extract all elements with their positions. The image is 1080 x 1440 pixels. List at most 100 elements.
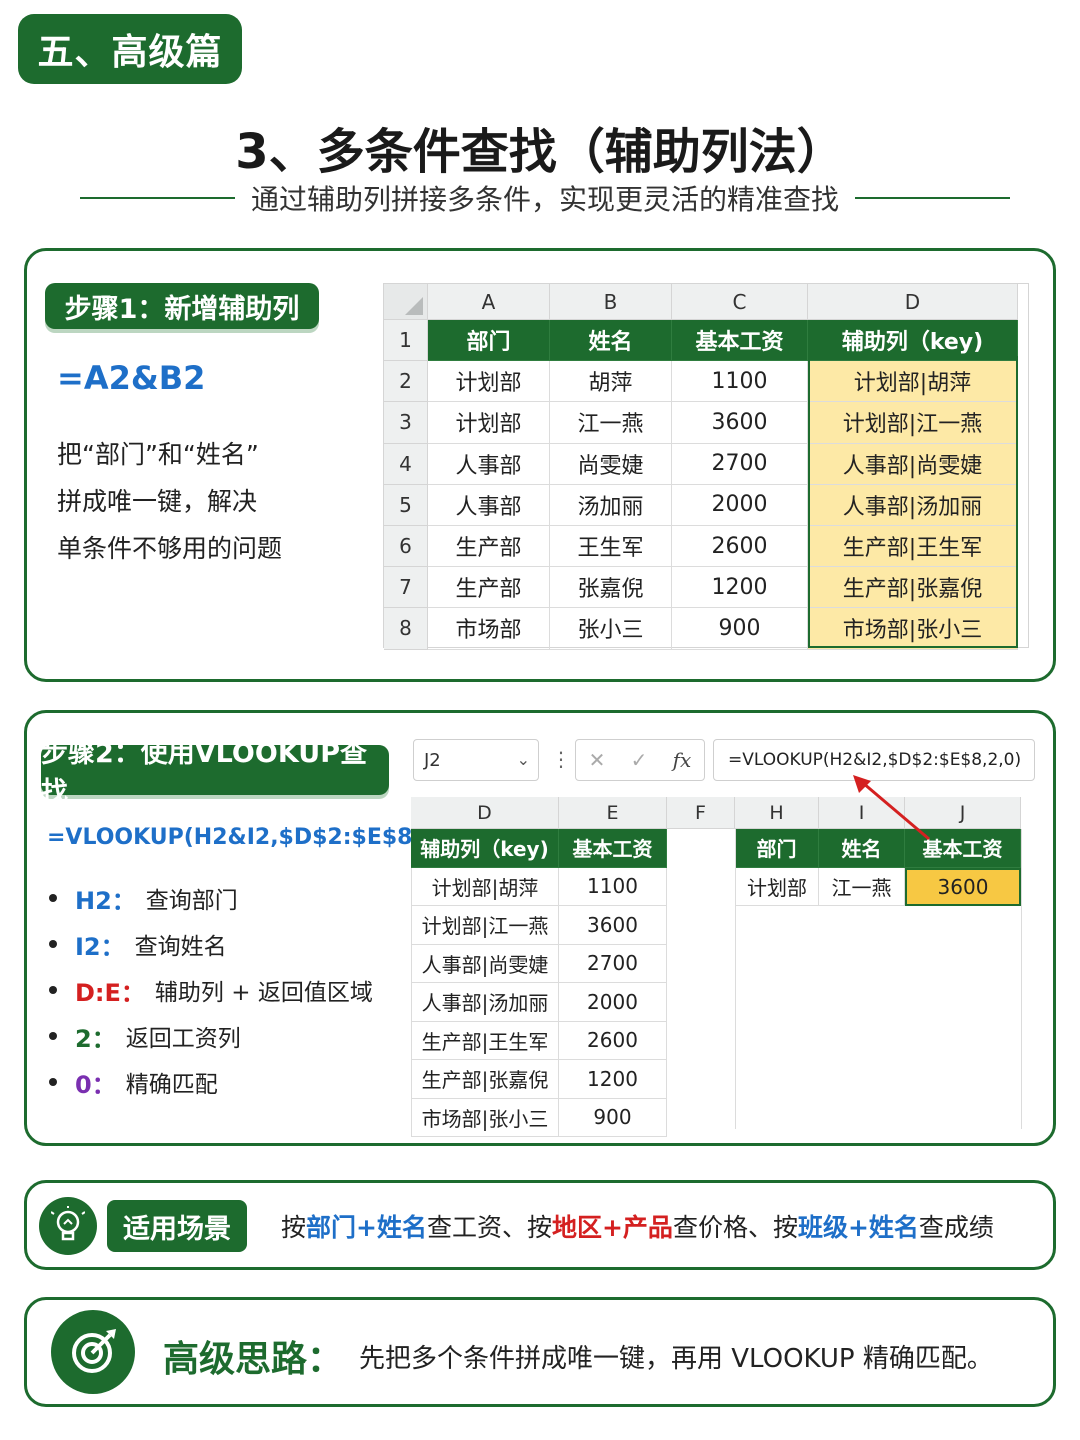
- table-cell[interactable]: 3600: [559, 906, 667, 945]
- bullet-text: 精确匹配: [125, 1072, 218, 1098]
- lookup-input-cell[interactable]: 计划部: [735, 867, 819, 906]
- row-header[interactable]: 3: [384, 402, 428, 444]
- scene-plain: 按: [281, 1213, 307, 1242]
- table-cell[interactable]: 生产部|张嘉倪: [411, 1060, 559, 1099]
- name-box[interactable]: J2 ⌄: [413, 739, 539, 781]
- table-header-cell[interactable]: 辅助列（key): [808, 320, 1018, 362]
- arrow-annotation: [853, 775, 930, 841]
- column-header-c[interactable]: C: [672, 284, 808, 320]
- column-header-f[interactable]: F: [667, 797, 735, 829]
- table-cell[interactable]: 生产部|张嘉倪: [808, 567, 1018, 609]
- table-cell[interactable]: 人事部|尚雯婕: [411, 944, 559, 983]
- table-header-cell[interactable]: 姓名: [550, 320, 672, 362]
- table-cell[interactable]: 王生军: [550, 526, 672, 568]
- scene-panel: 适用场景 按部门+姓名查工资、按地区+产品查价格、按班级+姓名查成绩: [24, 1180, 1056, 1270]
- table-cell[interactable]: 江一燕: [550, 402, 672, 444]
- bullet-dot: [49, 894, 57, 902]
- bullet-key: 2：: [75, 1024, 116, 1053]
- column-header-e[interactable]: E: [559, 797, 667, 829]
- table-cell[interactable]: 计划部|江一燕: [411, 906, 559, 945]
- desc-line: 拼成唯一键，解决: [57, 487, 258, 516]
- table-cell[interactable]: 胡萍: [550, 361, 672, 403]
- table-cell[interactable]: 市场部|张小三: [808, 608, 1018, 650]
- table-cell[interactable]: 2600: [672, 526, 808, 568]
- table-cell[interactable]: 计划部|胡萍: [411, 867, 559, 906]
- chevron-down-icon[interactable]: ⌄: [517, 750, 530, 769]
- table-cell[interactable]: 2000: [672, 484, 808, 526]
- table-header-cell[interactable]: 基本工资: [672, 320, 808, 362]
- column-gridline: [735, 829, 736, 1129]
- fx-icon[interactable]: fx: [673, 748, 692, 772]
- row-header[interactable]: 5: [384, 484, 428, 526]
- cancel-icon[interactable]: ✕: [589, 748, 606, 772]
- select-all-corner[interactable]: [384, 284, 428, 320]
- table-cell[interactable]: 市场部|张小三: [411, 1098, 559, 1137]
- column-header-d[interactable]: D: [411, 797, 559, 829]
- table-cell[interactable]: 张小三: [550, 608, 672, 650]
- table-cell[interactable]: 计划部|胡萍: [808, 361, 1018, 403]
- target-icon: [51, 1310, 135, 1394]
- table-header-cell[interactable]: 部门: [428, 320, 550, 362]
- table-cell[interactable]: 生产部: [428, 567, 550, 609]
- table-cell[interactable]: 张嘉倪: [550, 567, 672, 609]
- bullet-key: 0：: [75, 1070, 116, 1099]
- row-header[interactable]: 6: [384, 526, 428, 568]
- row-header[interactable]: 2: [384, 361, 428, 403]
- lookup-input-cell[interactable]: 江一燕: [819, 867, 905, 906]
- table-cell[interactable]: 1100: [559, 867, 667, 906]
- step2-panel: 步骤2：使用VLOOKUP查找 =VLOOKUP(H2&I2,$D$2:$E$8…: [24, 710, 1056, 1146]
- result-cell[interactable]: 3600: [905, 867, 1021, 906]
- table-cell[interactable]: 人事部: [428, 443, 550, 485]
- table-cell[interactable]: 人事部: [428, 484, 550, 526]
- table-cell[interactable]: 2600: [559, 1021, 667, 1060]
- table-cell[interactable]: 900: [672, 608, 808, 650]
- row-header[interactable]: 7: [384, 567, 428, 609]
- step1-description: 把“部门”和“姓名” 拼成唯一键，解决 单条件不够用的问题: [57, 431, 282, 572]
- table-cell[interactable]: 人事部|汤加丽: [808, 484, 1018, 526]
- table-cell[interactable]: 2700: [559, 944, 667, 983]
- table-cell[interactable]: 计划部: [428, 361, 550, 403]
- column-header-h[interactable]: H: [735, 797, 819, 829]
- lookup-header-cell[interactable]: 部门: [735, 829, 819, 868]
- table-cell[interactable]: 汤加丽: [550, 484, 672, 526]
- bullet-text: 返回工资列: [125, 1026, 241, 1052]
- scene-badge: 适用场景: [107, 1200, 247, 1252]
- table-cell[interactable]: 人事部|汤加丽: [411, 983, 559, 1022]
- table-header-cell[interactable]: 基本工资: [559, 829, 667, 868]
- table-cell[interactable]: 1100: [672, 361, 808, 403]
- table-cell[interactable]: 900: [559, 1098, 667, 1137]
- row-header[interactable]: 4: [384, 443, 428, 485]
- table-cell[interactable]: 计划部|江一燕: [808, 402, 1018, 444]
- bullet-dot: [49, 1032, 57, 1040]
- step1-formula: =A2&B2: [57, 359, 206, 397]
- table-cell[interactable]: 3600: [672, 402, 808, 444]
- bullet-item: H2： 查询部门: [49, 875, 373, 921]
- table-cell[interactable]: 生产部: [428, 526, 550, 568]
- row-header[interactable]: 8: [384, 608, 428, 650]
- table-cell[interactable]: 1200: [559, 1060, 667, 1099]
- table-header-cell[interactable]: 辅助列（key): [411, 829, 559, 868]
- column-header-a[interactable]: A: [428, 284, 550, 320]
- idea-panel: 高级思路： 先把多个条件拼成唯一键，再用 VLOOKUP 精确匹配。: [24, 1297, 1056, 1407]
- bullet-dot: [49, 940, 57, 948]
- column-header-b[interactable]: B: [550, 284, 672, 320]
- idea-title: 高级思路：: [163, 1339, 344, 1380]
- confirm-icon[interactable]: ✓: [631, 748, 648, 772]
- formula-controls: ✕ ✓ fx: [575, 739, 705, 781]
- table-cell[interactable]: 1200: [672, 567, 808, 609]
- table-cell[interactable]: 2700: [672, 443, 808, 485]
- table-cell[interactable]: 市场部: [428, 608, 550, 650]
- scene-text: 按部门+姓名查工资、按地区+产品查价格、按班级+姓名查成绩: [281, 1208, 994, 1244]
- divider-left: [80, 197, 235, 199]
- table-cell[interactable]: 计划部: [428, 402, 550, 444]
- table-cell[interactable]: 尚雯婕: [550, 443, 672, 485]
- table-cell[interactable]: 生产部|王生军: [808, 526, 1018, 568]
- column-header-d[interactable]: D: [808, 284, 1018, 320]
- row-header[interactable]: 1: [384, 320, 428, 362]
- idea-text: 先把多个条件拼成唯一键，再用 VLOOKUP 精确匹配。: [359, 1344, 993, 1374]
- table-cell[interactable]: 2000: [559, 983, 667, 1022]
- column-gridline: [1021, 829, 1022, 1129]
- table-cell[interactable]: 人事部|尚雯婕: [808, 443, 1018, 485]
- table-cell[interactable]: 生产部|王生军: [411, 1021, 559, 1060]
- bullet-item: I2： 查询姓名: [49, 921, 373, 967]
